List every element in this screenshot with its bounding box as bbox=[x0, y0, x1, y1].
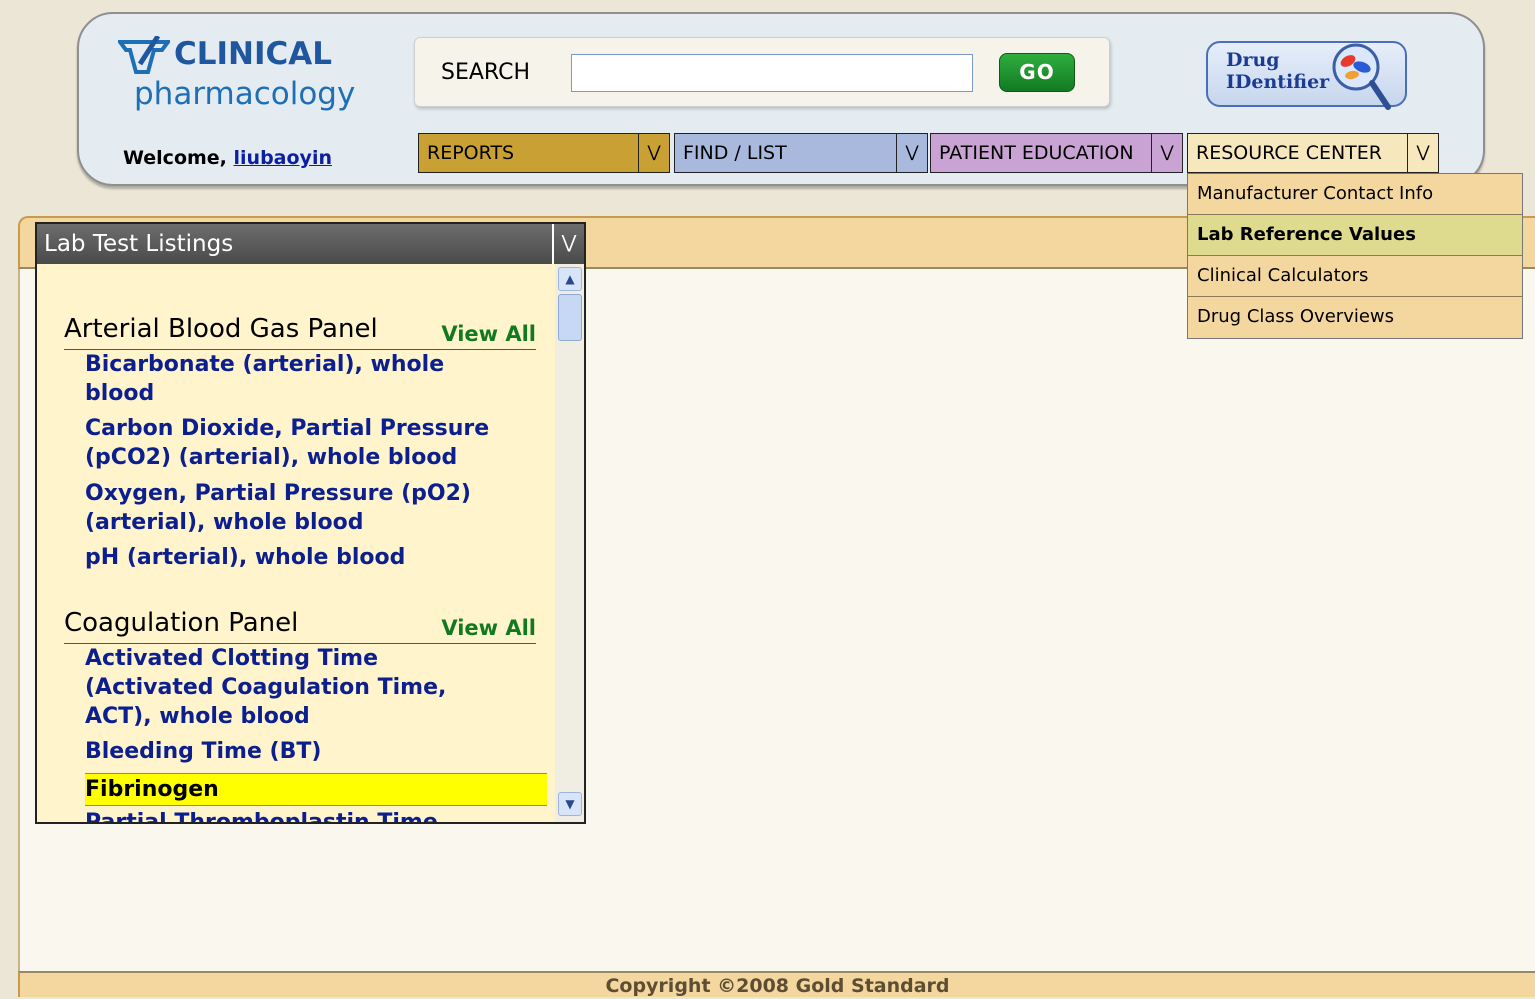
lab-test-link-selected[interactable]: Fibrinogen bbox=[85, 773, 547, 806]
chevron-down-icon[interactable]: ⋁ bbox=[896, 134, 927, 172]
menu-find-list-label: FIND / LIST bbox=[683, 142, 787, 164]
lab-panel-header: Lab Test Listings ⋁ bbox=[37, 224, 584, 264]
lab-test-link[interactable]: Activated Clotting Time (Activated Coagu… bbox=[85, 644, 505, 731]
panel-group-title: Arterial Blood Gas Panel bbox=[64, 314, 378, 344]
dropdown-item-lab-reference-values[interactable]: Lab Reference Values bbox=[1188, 215, 1522, 256]
lab-test-link[interactable]: Carbon Dioxide, Partial Pressure (pCO2) … bbox=[85, 414, 505, 472]
copyright-text: Copyright ©2008 Gold Standard bbox=[605, 975, 950, 997]
scrollbar-thumb[interactable] bbox=[558, 294, 582, 341]
clinical-pharmacology-logo[interactable]: CLINICAL pharmacology bbox=[118, 36, 355, 116]
lab-panel-title: Lab Test Listings bbox=[44, 231, 234, 257]
panel-group-header: Arterial Blood Gas Panel View All bbox=[64, 310, 536, 350]
drug-identifier-label: Drug IDentifier bbox=[1226, 49, 1329, 93]
welcome-message: Welcome, liubaoyin bbox=[123, 147, 332, 169]
chevron-down-icon[interactable]: ⋁ bbox=[1151, 134, 1182, 172]
search-label: SEARCH bbox=[441, 60, 531, 85]
menu-reports[interactable]: REPORTS ⋁ bbox=[418, 133, 670, 173]
search-panel: SEARCH GO bbox=[414, 37, 1110, 107]
username-link[interactable]: liubaoyin bbox=[234, 147, 332, 169]
dropdown-item-drug-class-overviews[interactable]: Drug Class Overviews bbox=[1188, 297, 1522, 338]
view-all-link[interactable]: View All bbox=[441, 322, 536, 346]
menu-patient-education[interactable]: PATIENT EDUCATION ⋁ bbox=[930, 133, 1183, 173]
drug-identifier-line1: Drug bbox=[1226, 49, 1280, 71]
scroll-down-icon[interactable]: ▼ bbox=[558, 792, 582, 816]
mortar-pestle-icon bbox=[118, 36, 170, 74]
lab-test-list: Arterial Blood Gas Panel View All Bicarb… bbox=[37, 264, 553, 822]
lab-test-link[interactable]: Bleeding Time (BT) bbox=[85, 737, 505, 766]
menu-reports-label: REPORTS bbox=[427, 142, 515, 164]
resource-center-dropdown: Manufacturer Contact Info Lab Reference … bbox=[1187, 173, 1523, 339]
lab-list-scrollbar[interactable]: ▲ ▼ bbox=[555, 264, 584, 822]
dropdown-item-clinical-calculators[interactable]: Clinical Calculators bbox=[1188, 256, 1522, 297]
welcome-label: Welcome, bbox=[123, 147, 227, 169]
chevron-down-icon[interactable]: ⋁ bbox=[638, 134, 669, 172]
brand-pharmacology-text: pharmacology bbox=[134, 76, 356, 112]
footer: Copyright ©2008 Gold Standard bbox=[18, 971, 1535, 997]
menu-find-list[interactable]: FIND / LIST ⋁ bbox=[674, 133, 928, 173]
scroll-up-icon[interactable]: ▲ bbox=[558, 267, 582, 291]
lab-test-link[interactable]: Oxygen, Partial Pressure (pO2) (arterial… bbox=[85, 479, 505, 537]
drug-identifier-button[interactable]: Drug IDentifier bbox=[1206, 41, 1407, 110]
search-input[interactable] bbox=[571, 54, 973, 92]
menu-resource-center-label: RESOURCE CENTER bbox=[1196, 142, 1382, 164]
lab-test-link[interactable]: Bicarbonate (arterial), whole blood bbox=[85, 350, 505, 408]
menu-patient-education-label: PATIENT EDUCATION bbox=[939, 142, 1134, 164]
panel-group-title: Coagulation Panel bbox=[64, 608, 299, 638]
view-all-link[interactable]: View All bbox=[441, 616, 536, 640]
panel-group-header: Coagulation Panel View All bbox=[64, 604, 536, 644]
magnifier-pills-icon bbox=[1332, 43, 1391, 110]
go-button[interactable]: GO bbox=[999, 53, 1075, 92]
chevron-down-icon[interactable]: ⋁ bbox=[552, 224, 584, 264]
lab-test-link[interactable]: pH (arterial), whole blood bbox=[85, 543, 505, 572]
dropdown-item-manufacturer-contact-info[interactable]: Manufacturer Contact Info bbox=[1188, 174, 1522, 215]
lab-test-link[interactable]: Partial Thromboplastin Time, activated bbox=[85, 808, 505, 822]
drug-identifier-line2: IDentifier bbox=[1226, 71, 1330, 93]
lab-test-listings-panel: Lab Test Listings ⋁ Arterial Blood Gas P… bbox=[35, 222, 586, 824]
brand-clinical-text: CLINICAL bbox=[174, 36, 333, 72]
chevron-down-icon[interactable]: ⋁ bbox=[1407, 134, 1438, 172]
menu-resource-center[interactable]: RESOURCE CENTER ⋁ bbox=[1187, 133, 1439, 173]
